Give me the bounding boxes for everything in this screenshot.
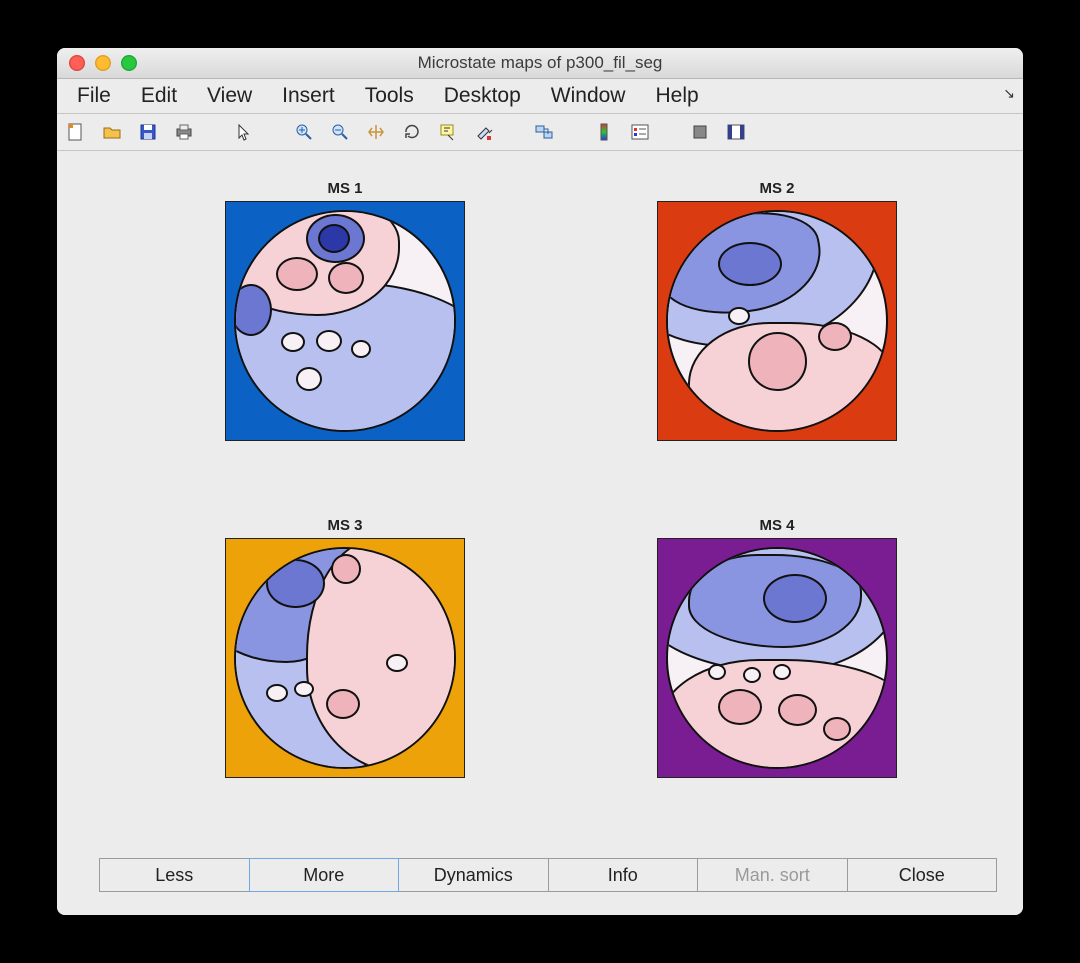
plot-content-ms4 <box>658 539 896 777</box>
dynamics-button[interactable]: Dynamics <box>398 858 549 892</box>
menu-edit[interactable]: Edit <box>127 82 191 110</box>
menu-tools[interactable]: Tools <box>351 82 428 110</box>
minimize-window-icon[interactable] <box>95 55 111 71</box>
window-controls <box>69 55 137 71</box>
menu-help[interactable]: Help <box>641 82 712 110</box>
brush-icon[interactable] <box>471 119 497 145</box>
close-button[interactable]: Close <box>847 858 998 892</box>
plot-content-ms2 <box>658 202 896 440</box>
plot-content-ms1 <box>226 202 464 440</box>
toolbar <box>57 114 1023 151</box>
zoom-in-icon[interactable] <box>291 119 317 145</box>
menu-window[interactable]: Window <box>537 82 640 110</box>
open-icon[interactable] <box>99 119 125 145</box>
plot-title-ms3: MS 3 <box>226 517 464 534</box>
info-button[interactable]: Info <box>548 858 699 892</box>
zoom-window-icon[interactable] <box>121 55 137 71</box>
topo-head-ms1 <box>234 210 456 432</box>
topo-head-ms3 <box>234 547 456 769</box>
data-cursor-icon[interactable] <box>435 119 461 145</box>
close-window-icon[interactable] <box>69 55 85 71</box>
plot-title-ms2: MS 2 <box>658 180 896 197</box>
plot-ms1[interactable]: MS 1 <box>225 201 465 441</box>
plot-title-ms4: MS 4 <box>658 517 896 534</box>
titlebar: Microstate maps of p300_fil_seg <box>57 48 1023 79</box>
save-icon[interactable] <box>135 119 161 145</box>
window-title: Microstate maps of p300_fil_seg <box>57 53 1023 73</box>
less-button[interactable]: Less <box>99 858 250 892</box>
menu-view[interactable]: View <box>193 82 266 110</box>
figure-window: Microstate maps of p300_fil_seg File Edi… <box>57 48 1023 915</box>
hide-icon[interactable] <box>687 119 713 145</box>
more-button[interactable]: More <box>249 858 400 892</box>
new-figure-icon[interactable] <box>63 119 89 145</box>
topo-head-ms2 <box>666 210 888 432</box>
plot-ms4[interactable]: MS 4 <box>657 538 897 778</box>
show-plot-tools-icon[interactable] <box>723 119 749 145</box>
figure-area: MS 1 MS 2 <box>57 151 1023 915</box>
dock-corner-icon[interactable]: ↘ <box>1003 85 1015 102</box>
menu-file[interactable]: File <box>63 82 125 110</box>
colorbar-icon[interactable] <box>591 119 617 145</box>
menu-insert[interactable]: Insert <box>268 82 349 110</box>
plot-ms2[interactable]: MS 2 <box>657 201 897 441</box>
menu-desktop[interactable]: Desktop <box>430 82 535 110</box>
button-row: Less More Dynamics Info Man. sort Close <box>99 858 997 892</box>
legend-icon[interactable] <box>627 119 653 145</box>
plot-title-ms1: MS 1 <box>226 180 464 197</box>
plot-ms3[interactable]: MS 3 <box>225 538 465 778</box>
print-icon[interactable] <box>171 119 197 145</box>
menubar: File Edit View Insert Tools Desktop Wind… <box>57 79 1023 114</box>
plot-content-ms3 <box>226 539 464 777</box>
topo-head-ms4 <box>666 547 888 769</box>
link-icon[interactable] <box>531 119 557 145</box>
rotate-icon[interactable] <box>399 119 425 145</box>
pan-icon[interactable] <box>363 119 389 145</box>
man-sort-button[interactable]: Man. sort <box>697 858 848 892</box>
pointer-icon[interactable] <box>231 119 257 145</box>
zoom-out-icon[interactable] <box>327 119 353 145</box>
